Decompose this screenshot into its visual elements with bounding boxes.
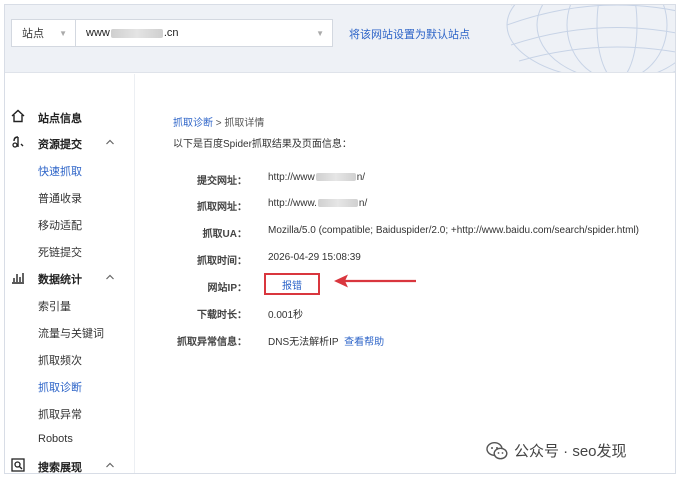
view-help-link[interactable]: 查看帮助 (344, 337, 384, 348)
redacted-text (315, 173, 356, 182)
chevron-up-icon (106, 139, 114, 145)
detail-row-crawl-error-info: 抓取异常信息： DNS无法解析IP 查看帮助 (177, 337, 385, 348)
intro-text: 以下是百度Spider抓取结果及页面信息： (173, 139, 352, 150)
watermark: 公众号 · seo发现 (486, 440, 627, 461)
detail-row-crawled-url: 抓取网址： http://www. n/ (197, 198, 368, 213)
main-content: 抓取诊断 > 抓取详情 以下是百度Spider抓取结果及页面信息： 提交网址： … (136, 74, 675, 473)
site-url-select[interactable]: www .cn ▼ (75, 19, 333, 47)
chevron-up-icon (106, 462, 114, 468)
set-default-site-link[interactable]: 将该网站设置为默认站点 (349, 26, 470, 42)
sidebar-item-mobile-adapt[interactable]: 移动适配 (38, 217, 82, 233)
ip-error-highlight: 报错 (264, 273, 320, 295)
sidebar-item-fast-crawl[interactable]: 快速抓取 (38, 163, 82, 179)
breadcrumb-current: 抓取详情 (224, 118, 265, 129)
sidebar-item-robots[interactable]: Robots (38, 433, 73, 445)
detail-row-crawl-time: 抓取时间： 2026-04-29 15:08:39 (197, 252, 361, 267)
sidebar-group-data-stats[interactable]: 数据统计 (5, 266, 135, 290)
sidebar-group-resource-submit[interactable]: 资源提交 (5, 131, 135, 155)
breadcrumb: 抓取诊断 > 抓取详情 (173, 118, 265, 129)
bar-chart-icon (12, 273, 24, 284)
chevron-up-icon (106, 274, 114, 280)
sidebar-item-crawl-diagnosis[interactable]: 抓取诊断 (38, 379, 82, 395)
site-type-select[interactable]: 站点 ▼ (11, 19, 75, 47)
wechat-icon (486, 441, 508, 459)
ip-error-value[interactable]: 报错 (282, 277, 302, 292)
globe-graphic (506, 5, 675, 72)
home-icon (11, 109, 25, 123)
sidebar-group-site-info[interactable]: 站点信息 (5, 105, 135, 129)
sidebar-item-index-volume[interactable]: 索引量 (38, 298, 71, 314)
chevron-down-icon: ▼ (316, 29, 324, 38)
resource-submit-icon (12, 136, 24, 148)
sidebar-item-traffic-keywords[interactable]: 流量与关键词 (38, 325, 104, 341)
redacted-text (110, 28, 163, 38)
sidebar-item-crawl-frequency[interactable]: 抓取频次 (38, 352, 82, 368)
sidebar-item-normal-index[interactable]: 普通收录 (38, 190, 82, 206)
chevron-down-icon: ▼ (59, 29, 67, 38)
detail-row-user-agent: 抓取UA： Mozilla/5.0 (compatible; Baiduspid… (202, 225, 640, 240)
app-frame: 站点 ▼ www .cn ▼ 将该网站设置为默认站点 站点信息 资源提交 快速抓… (4, 4, 676, 474)
red-arrow-annotation (334, 274, 416, 288)
sidebar-group-search-display[interactable]: 搜索展现 (5, 454, 135, 473)
sidebar: 站点信息 资源提交 快速抓取 普通收录 移动适配 死链提交 数据统计 索引量 流… (5, 74, 135, 473)
search-display-icon (11, 458, 25, 472)
site-header: 站点 ▼ www .cn ▼ 将该网站设置为默认站点 (5, 5, 675, 73)
breadcrumb-crawl-diagnosis-link[interactable]: 抓取诊断 (173, 118, 213, 129)
detail-row-submitted-url: 提交网址： http://www n/ (197, 172, 366, 187)
sidebar-item-dead-link[interactable]: 死链提交 (38, 244, 82, 260)
redacted-text (317, 199, 358, 208)
sidebar-item-crawl-errors[interactable]: 抓取异常 (38, 406, 82, 422)
detail-row-download-time: 下载时长： 0.001秒 (197, 310, 304, 321)
